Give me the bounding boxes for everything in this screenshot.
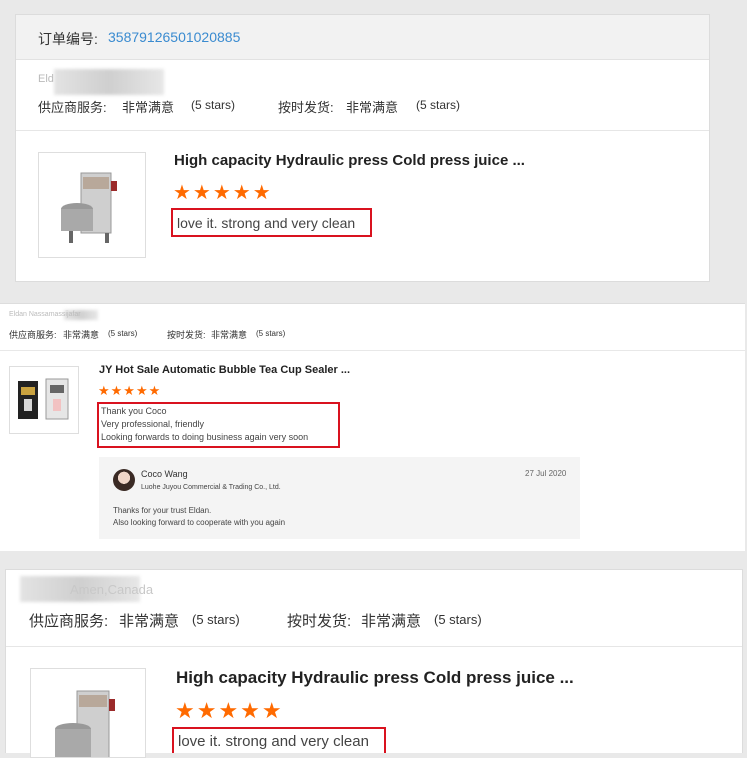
on-time-shipping-stars: (5 stars) [434,612,482,627]
supplier-service-label: 供应商服务: [29,613,109,630]
juice-press-machine-icon [61,172,117,243]
reviewer-name: Eld [38,73,54,85]
cup-sealer-machine-icon [18,378,69,420]
review-card-2: Eldan Nassamassijafar 供应商服务: 非常满意 (5 sta… [0,303,745,551]
review-line: Thank you Coco [101,406,167,416]
order-number-link[interactable]: 35879126501020885 [108,29,240,45]
on-time-shipping-value: 非常满意 [211,330,248,340]
supplier-service-stars: (5 stars) [191,98,236,112]
divider [6,646,742,647]
supplier-reply-box: Coco Wang 27 Jul 2020 Luohe Juyou Commer… [99,457,580,539]
review-line: Very professional, friendly [101,419,205,429]
on-time-shipping-stars: (5 stars) [416,98,461,112]
rating-stars: ★★★★★ [175,698,284,723]
on-time-shipping-label: 按时发货: [278,100,334,115]
review-card-3: Amen,Canada 供应商服务: 非常满意 (5 stars) 按时发货: … [5,569,743,758]
reply-line: Also looking forward to cooperate with y… [113,518,286,527]
on-time-shipping-label: 按时发货: [167,330,206,340]
supplier-service-value: 非常满意 [119,613,180,630]
on-time-shipping-value: 非常满意 [361,613,422,630]
review-highlight-box: love it. strong and very clean [172,727,386,753]
avatar [113,469,135,491]
order-number-label: 订单编号: [38,31,98,47]
rating-stars: ★★★★★ [98,383,162,398]
review-highlight-box: Thank you Coco Very professional, friend… [97,402,340,448]
juice-press-machine-icon [55,690,115,757]
review-card-1: 订单编号: 35879126501020885 Eld 供应商服务: 非常满意 … [15,14,710,282]
reviewer-name: Amen,Canada [70,582,154,597]
review-line: Looking forwards to doing business again… [101,432,309,442]
reply-author-name: Coco Wang [141,469,188,479]
review-text: love it. strong and very clean [178,733,369,750]
product-thumbnail[interactable] [38,152,146,258]
review-text: love it. strong and very clean [177,215,356,231]
divider [0,350,745,351]
supplier-service-value: 非常满意 [63,330,100,340]
supplier-service-stars: (5 stars) [192,612,240,627]
product-title-link[interactable]: High capacity Hydraulic press Cold press… [174,152,525,169]
reply-text: Thanks for your trust Eldan. Also lookin… [113,505,285,529]
product-title-link[interactable]: JY Hot Sale Automatic Bubble Tea Cup Sea… [99,364,350,376]
order-header: 订单编号: 35879126501020885 [16,15,709,60]
reply-line: Thanks for your trust Eldan. [113,506,212,515]
supplier-service-stars: (5 stars) [108,329,138,338]
supplier-service-label: 供应商服务: [9,330,57,340]
on-time-shipping-stars: (5 stars) [256,329,286,338]
product-thumbnail[interactable] [9,366,79,434]
reviewer-name-blurred [54,69,164,95]
on-time-shipping-value: 非常满意 [346,100,399,115]
supplier-service-label: 供应商服务: [38,100,107,115]
reviewer-name: Eldan Nassamassijafar [9,311,81,318]
review-highlight-box: love it. strong and very clean [171,208,372,237]
review-text: Thank you Coco Very professional, friend… [101,405,308,444]
product-thumbnail[interactable] [30,668,146,758]
on-time-shipping-label: 按时发货: [287,613,352,630]
reply-date: 27 Jul 2020 [525,469,567,478]
rating-stars: ★★★★★ [173,182,273,204]
divider [16,130,709,131]
product-title-link[interactable]: High capacity Hydraulic press Cold press… [176,668,574,688]
reply-company: Luohe Juyou Commercial & Trading Co., Lt… [141,484,281,491]
supplier-service-value: 非常满意 [122,100,175,115]
